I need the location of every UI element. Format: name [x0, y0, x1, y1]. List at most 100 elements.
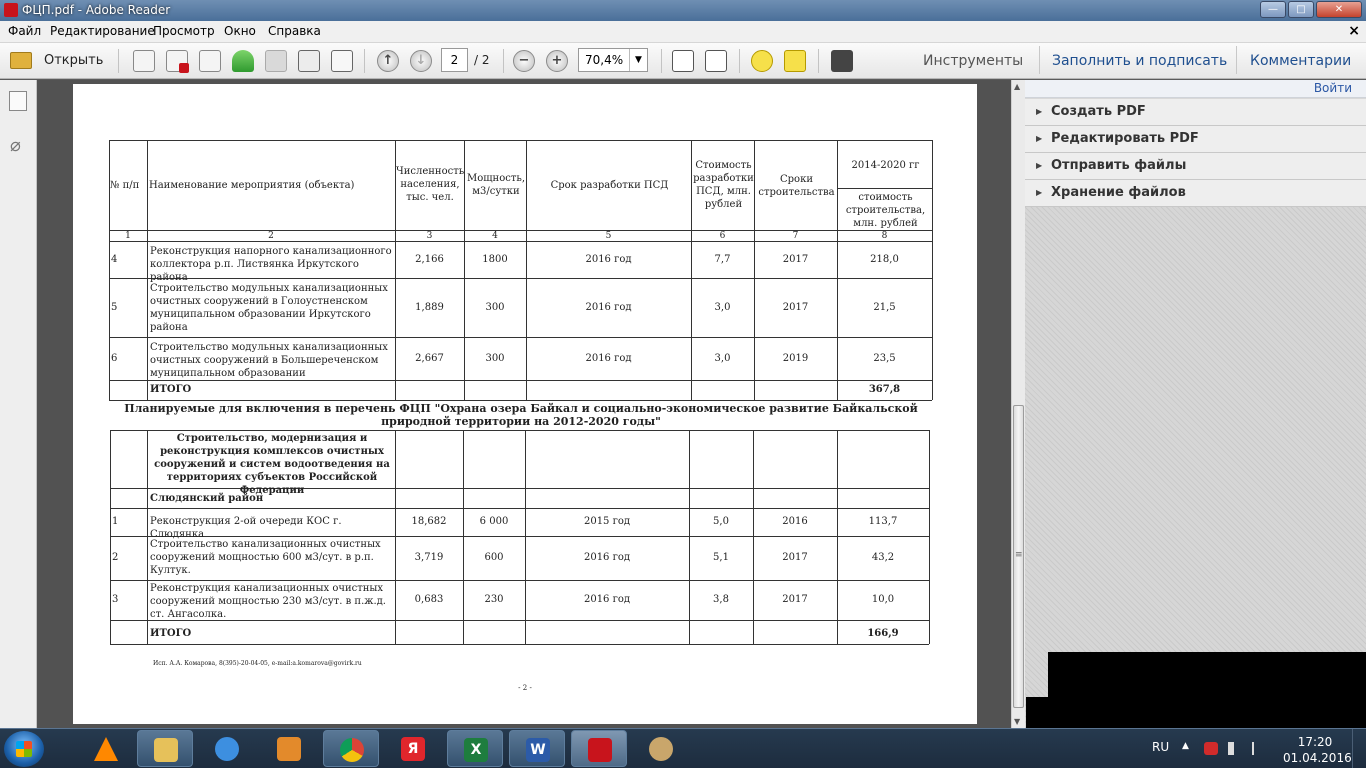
- taskbar-explorer[interactable]: [137, 730, 193, 767]
- word-icon: W: [526, 738, 550, 762]
- create-pdf-icon[interactable]: [133, 50, 155, 72]
- maximize-button[interactable]: □: [1288, 1, 1314, 18]
- row-number: 5: [111, 301, 118, 313]
- taskbar-chrome[interactable]: [323, 730, 379, 767]
- row-name: Строительство модульных канализационных …: [150, 283, 388, 333]
- upload-icon[interactable]: [232, 50, 254, 72]
- table-cell: 3,0: [714, 301, 731, 313]
- taskbar-media[interactable]: [261, 730, 317, 767]
- table-rule: [147, 430, 148, 644]
- speaker-app-icon: [215, 737, 239, 761]
- panel-store-files[interactable]: ▶ Хранение файлов: [1025, 180, 1366, 207]
- taskbar-excel[interactable]: X: [447, 730, 503, 767]
- fit-page-icon[interactable]: [705, 50, 727, 72]
- comments-link[interactable]: Комментарии: [1250, 53, 1351, 69]
- edit-pdf-icon[interactable]: [199, 50, 221, 72]
- paperclip-icon[interactable]: ⌀: [10, 135, 21, 156]
- zoom-select[interactable]: 70,4% ▼: [578, 48, 648, 72]
- clock[interactable]: 17:20 01.04.2016: [1283, 734, 1352, 766]
- menu-file[interactable]: Файл: [8, 24, 41, 38]
- combine-pdf-icon[interactable]: [166, 50, 189, 73]
- zoom-in-icon[interactable]: +: [546, 50, 568, 72]
- column-number: 5: [605, 231, 612, 241]
- fill-sign-link[interactable]: Заполнить и подписать: [1052, 53, 1227, 69]
- menu-view[interactable]: Просмотр: [153, 24, 215, 38]
- toolbar-divider: [118, 49, 119, 73]
- table-cell: 0,683: [414, 594, 444, 605]
- taskbar-word[interactable]: W: [509, 730, 565, 767]
- acrobat-icon: [588, 738, 612, 762]
- zoom-value: 70,4%: [585, 53, 624, 67]
- zoom-out-icon[interactable]: −: [513, 50, 535, 72]
- menu-edit[interactable]: Редактирование: [50, 24, 155, 38]
- table-cell: 2019: [782, 352, 809, 364]
- table-rule: [110, 644, 929, 645]
- table-cell: 300: [485, 301, 505, 313]
- start-button[interactable]: [4, 731, 44, 767]
- menu-window[interactable]: Окно: [224, 24, 256, 38]
- scroll-down-icon[interactable]: ▼: [1014, 717, 1020, 726]
- table-cell: 2016 год: [585, 253, 632, 265]
- row-name: Реконструкция напорного канализационного…: [150, 246, 392, 283]
- pane-empty-area: [1025, 207, 1366, 728]
- table-cell: 1,889: [415, 301, 444, 313]
- table-cell: 2017: [782, 253, 809, 265]
- table-rule: [689, 430, 690, 644]
- black-overlay: [1026, 697, 1366, 728]
- table-cell: 300: [485, 352, 505, 364]
- taskbar-vlc[interactable]: [78, 730, 134, 767]
- print-icon[interactable]: [298, 50, 320, 72]
- navigation-rail: ⌀: [0, 80, 37, 728]
- save-icon[interactable]: [265, 50, 287, 72]
- sign-in-link[interactable]: Войти: [1314, 81, 1352, 95]
- show-desktop-button[interactable]: [1352, 729, 1366, 768]
- taskbar-speaker[interactable]: [199, 730, 255, 767]
- taskbar-acrobat[interactable]: [571, 730, 627, 767]
- taskbar-paint[interactable]: [633, 730, 689, 767]
- table-rule: [463, 430, 464, 644]
- close-window-button[interactable]: ✕: [1316, 1, 1362, 18]
- email-icon[interactable]: [331, 50, 353, 72]
- panel-create-pdf[interactable]: ▶ Создать PDF: [1025, 99, 1366, 126]
- tray-expand-icon[interactable]: ▲: [1182, 741, 1189, 751]
- table-cell: 3,719: [414, 552, 444, 563]
- minimize-button[interactable]: —: [1260, 1, 1286, 18]
- security-tray-icon[interactable]: [1204, 742, 1218, 755]
- table-rule: [395, 430, 396, 644]
- scroll-mode-icon[interactable]: [672, 50, 694, 72]
- previous-page-icon[interactable]: ↑: [377, 50, 399, 72]
- menu-help[interactable]: Справка: [268, 24, 321, 38]
- table-cell: 2016 год: [583, 594, 631, 605]
- chrome-icon: [340, 738, 364, 762]
- column-number: 2: [268, 231, 274, 241]
- table-cell: 2016 год: [585, 301, 632, 313]
- data-table: № п/п Наименование мероприятия (объекта) Ч…: [73, 84, 977, 724]
- comment-icon[interactable]: [751, 50, 773, 72]
- highlight-icon[interactable]: [784, 50, 806, 72]
- toolbar-divider: [364, 49, 365, 73]
- panel-edit-pdf[interactable]: ▶ Редактировать PDF: [1025, 126, 1366, 153]
- page-thumbnails-icon[interactable]: [9, 91, 27, 111]
- chevron-down-icon[interactable]: ▼: [629, 49, 647, 71]
- table-rule: [753, 430, 754, 644]
- document-viewport[interactable]: № п/п Наименование мероприятия (объекта) Ч…: [37, 80, 1011, 728]
- file-explorer-icon: [154, 738, 178, 762]
- page-number-input[interactable]: 2: [441, 48, 468, 72]
- network-icon[interactable]: [1252, 742, 1266, 755]
- close-document-button[interactable]: ×: [1348, 23, 1360, 39]
- taskbar-yandex[interactable]: Я: [385, 730, 441, 767]
- media-player-icon: [277, 737, 301, 761]
- scroll-up-icon[interactable]: ▲: [1014, 82, 1020, 91]
- row-number: 2: [112, 552, 119, 563]
- open-button[interactable]: Открыть: [6, 49, 106, 73]
- tools-link[interactable]: Инструменты: [923, 53, 1023, 69]
- expand-triangle-icon: ▶: [1036, 161, 1043, 170]
- fullscreen-icon[interactable]: [831, 50, 853, 72]
- volume-icon[interactable]: [1228, 742, 1242, 755]
- vertical-scrollbar[interactable]: ▲ ≡ ▼: [1011, 80, 1025, 728]
- panel-send-files[interactable]: ▶ Отправить файлы: [1025, 153, 1366, 180]
- next-page-icon[interactable]: ↓: [410, 50, 432, 72]
- language-indicator[interactable]: RU: [1152, 740, 1169, 754]
- toolbar-divider: [1039, 46, 1040, 74]
- table-cell: 113,7: [868, 516, 898, 527]
